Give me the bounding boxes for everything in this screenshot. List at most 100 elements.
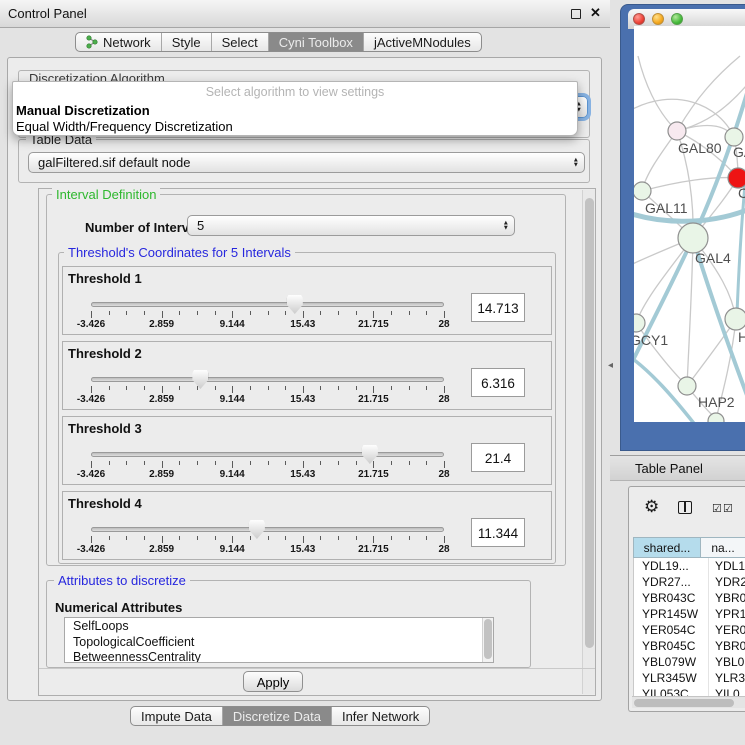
threshold-slider[interactable]: -3.4262.8599.14415.4321.71528 xyxy=(83,442,454,484)
network-edge-highlighted[interactable] xyxy=(634,238,693,374)
slider-tick-label: 9.144 xyxy=(220,319,245,330)
threshold-slider[interactable]: -3.4262.8599.14415.4321.71528 xyxy=(83,367,454,409)
threshold-label: Threshold 1 xyxy=(68,271,142,286)
tab-label: Infer Network xyxy=(342,707,419,726)
slider-tick-label: -3.426 xyxy=(77,544,105,555)
network-edge[interactable] xyxy=(638,56,677,131)
attribute-list-item[interactable]: TopologicalCoefficient xyxy=(65,634,493,650)
network-edge[interactable] xyxy=(687,238,693,386)
network-node-label: HAP2 xyxy=(698,394,735,410)
slider-tick xyxy=(303,536,304,543)
network-icon xyxy=(86,35,98,49)
checkbox-icon[interactable]: ☑ xyxy=(723,502,733,515)
tab-style[interactable]: Style xyxy=(161,33,211,51)
number-of-intervals-combobox[interactable]: 5 ▲▼ xyxy=(187,215,515,236)
attribute-list-item[interactable]: BetweennessCentrality xyxy=(65,649,493,663)
checkbox-icon[interactable]: ☑ xyxy=(712,502,722,515)
numerical-attributes-list[interactable]: SelfLoopsTopologicalCoefficientBetweenne… xyxy=(64,617,494,663)
slider-tick xyxy=(197,536,198,540)
split-columns-icon[interactable] xyxy=(678,501,692,514)
network-node[interactable] xyxy=(668,122,686,140)
network-node[interactable] xyxy=(678,377,696,395)
threshold-value-field[interactable]: 11.344 xyxy=(471,518,525,547)
slider-tick xyxy=(303,386,304,393)
network-edge[interactable] xyxy=(677,56,740,131)
scrollbar-thumb[interactable] xyxy=(634,699,734,707)
table-cell-name: YDL1... xyxy=(709,558,745,574)
table-panel-title: Table Panel xyxy=(635,461,703,476)
tab-cyni-toolbox[interactable]: Cyni Toolbox xyxy=(268,33,363,51)
float-icon[interactable] xyxy=(571,9,581,19)
attributes-group-title: Attributes to discretize xyxy=(54,573,190,588)
slider-tick xyxy=(373,536,374,543)
threshold-value-field[interactable]: 21.4 xyxy=(471,443,525,472)
network-edge[interactable] xyxy=(687,319,736,386)
network-node[interactable] xyxy=(725,308,745,330)
slider-tick xyxy=(285,311,286,315)
threshold-slider-thumb[interactable] xyxy=(362,445,378,464)
tab-impute-data[interactable]: Impute Data xyxy=(131,707,222,725)
network-node[interactable] xyxy=(634,314,645,332)
slider-tick xyxy=(320,386,321,390)
table-cell-name: YPR1... xyxy=(709,606,745,622)
popup-option-equal-width-frequency[interactable]: Equal Width/Frequency Discretization xyxy=(16,119,233,134)
tab-network[interactable]: Network xyxy=(76,33,161,51)
table-cell-name: YDR2... xyxy=(709,574,745,590)
tab-select[interactable]: Select xyxy=(211,33,268,51)
network-edge[interactable] xyxy=(642,131,677,191)
table-row[interactable]: YIL053CYIL0... xyxy=(634,686,745,696)
table-row[interactable]: YPR145WYPR1... xyxy=(634,606,745,622)
table-rows: YDL19...YDL1...YDR27...YDR2...YBR043CYBR… xyxy=(633,558,745,696)
column-header-name[interactable]: na... xyxy=(701,537,745,558)
table-row[interactable]: YER054CYER0... xyxy=(634,622,745,638)
table-cell-shared: YBR045C xyxy=(634,638,709,654)
threshold-slider-thumb[interactable] xyxy=(287,295,303,314)
column-header-shared[interactable]: shared... xyxy=(633,537,701,558)
network-canvas[interactable]: GAL80GALGAL11CGAL4GCY1HHAP2 xyxy=(634,26,745,422)
table-horizontal-scrollbar[interactable] xyxy=(632,696,745,708)
close-traffic-light[interactable] xyxy=(633,13,645,25)
network-node[interactable] xyxy=(678,223,708,253)
splitter-handle[interactable]: ◂ xyxy=(608,360,613,371)
threshold-slider-thumb[interactable] xyxy=(249,520,265,539)
slider-tick xyxy=(356,461,357,465)
tab-discretize-data[interactable]: Discretize Data xyxy=(222,707,331,725)
apply-button[interactable]: Apply xyxy=(243,671,303,692)
pane-separator xyxy=(39,668,595,669)
tab-jactivemnodules[interactable]: jActiveMNodules xyxy=(363,33,481,51)
scrollbar-thumb[interactable] xyxy=(484,619,492,659)
table-row[interactable]: YBL079WYBL0... xyxy=(634,654,745,670)
table-row[interactable]: YBR045CYBR0... xyxy=(634,638,745,654)
scrollbar-thumb[interactable] xyxy=(585,198,594,648)
slider-tick xyxy=(444,461,445,468)
minimize-traffic-light[interactable] xyxy=(652,13,664,25)
list-vertical-scrollbar[interactable] xyxy=(482,618,493,662)
gear-icon[interactable]: ⚙ xyxy=(644,497,659,517)
slider-tick xyxy=(303,461,304,468)
network-node[interactable] xyxy=(634,182,651,200)
maximize-traffic-light[interactable] xyxy=(671,13,683,25)
threshold-slider-thumb[interactable] xyxy=(192,370,208,389)
threshold-value-field[interactable]: 14.713 xyxy=(471,293,525,322)
stepper-icon: ▲▼ xyxy=(503,220,509,231)
table-data-selected-value: galFiltered.sif default node xyxy=(38,155,190,170)
close-icon[interactable]: ✕ xyxy=(590,5,601,21)
network-edge[interactable] xyxy=(677,86,745,131)
popup-option-manual-discretization[interactable]: Manual Discretization xyxy=(16,103,150,118)
network-node[interactable] xyxy=(708,413,724,422)
threshold-slider[interactable]: -3.4262.8599.14415.4321.71528 xyxy=(83,517,454,559)
tab-infer-network[interactable]: Infer Network xyxy=(331,707,429,725)
thresholds-group-title: Threshold's Coordinates for 5 Intervals xyxy=(64,245,295,260)
table-row[interactable]: YLR345WYLR3... xyxy=(634,670,745,686)
table-row[interactable]: YDL19...YDL1... xyxy=(634,558,745,574)
table-row[interactable]: YBR043CYBR0... xyxy=(634,590,745,606)
threshold-slider[interactable]: -3.4262.8599.14415.4321.71528 xyxy=(83,292,454,334)
slider-tick xyxy=(215,311,216,315)
table-cell-name: YER0... xyxy=(709,622,745,638)
attribute-list-item[interactable]: SelfLoops xyxy=(65,618,493,634)
settings-vertical-scrollbar[interactable] xyxy=(582,190,595,694)
table-row[interactable]: YDR27...YDR2... xyxy=(634,574,745,590)
slider-tick xyxy=(250,536,251,540)
table-data-combobox[interactable]: galFiltered.sif default node ▲▼ xyxy=(28,152,585,173)
threshold-value-field[interactable]: 6.316 xyxy=(471,368,525,397)
